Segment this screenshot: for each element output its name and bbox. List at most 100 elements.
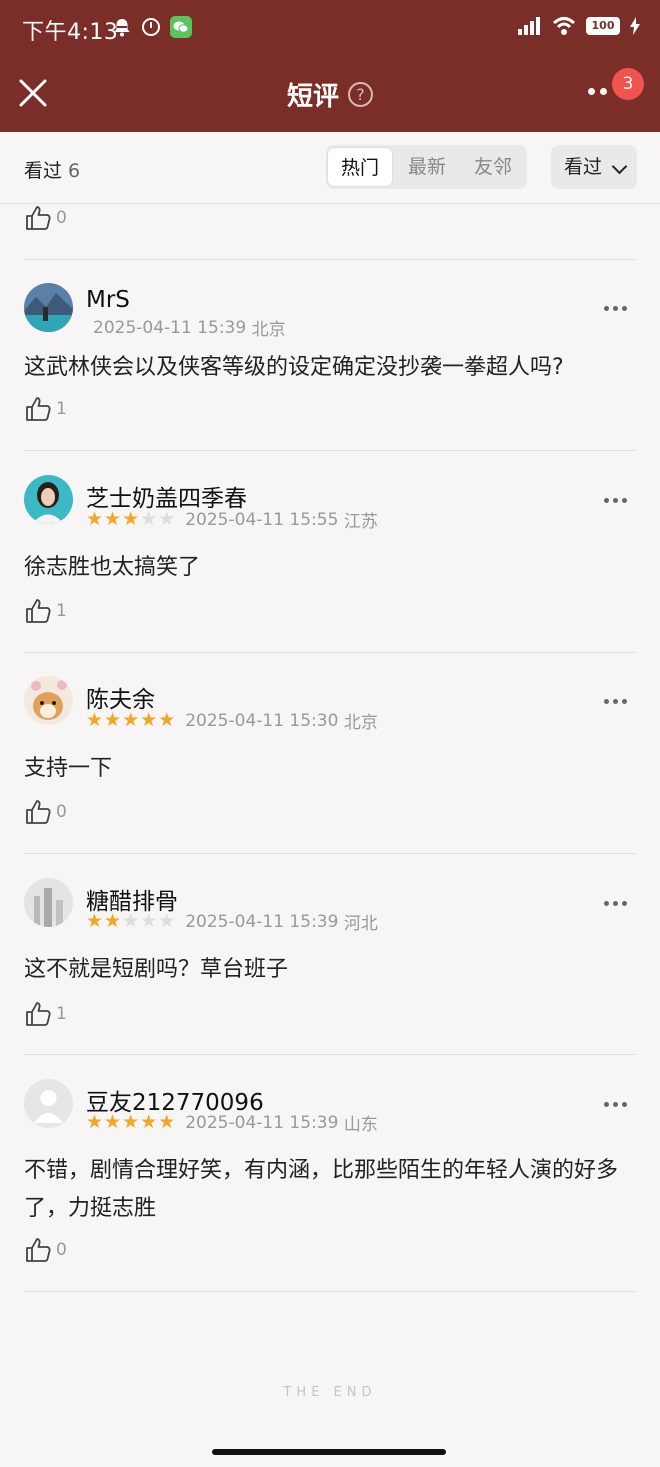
status-time: 下午4:13 — [22, 20, 119, 45]
comment-more-button[interactable] — [604, 306, 630, 311]
comment-location: 江苏 — [343, 512, 378, 532]
thumbs-up-icon — [26, 599, 51, 623]
like-button[interactable]: 0 — [24, 798, 67, 826]
like-button[interactable]: 1 — [24, 1000, 67, 1028]
signal-icon — [518, 17, 540, 35]
tab-friends[interactable]: 友邻 — [460, 147, 526, 187]
comment-more-button[interactable] — [604, 699, 630, 704]
rating-stars: ★ ★ ★ ★ ★ — [86, 711, 175, 730]
like-count: 0 — [56, 1240, 67, 1260]
seen-number: 6 — [68, 160, 81, 182]
star-icon: ★ — [158, 709, 176, 731]
comment-text: 徐志胜也太搞笑了 — [24, 555, 201, 580]
rating-stars: ★ ★ ★ ★ ★ — [86, 1113, 175, 1132]
star-icon: ★ — [86, 910, 104, 932]
status-filter-dropdown[interactable]: 看过 — [551, 145, 637, 189]
star-icon: ★ — [140, 1111, 158, 1133]
rating-stars: ★ ★ ★ ★ ★ — [86, 912, 175, 931]
end-marker: THE END — [283, 1385, 377, 1400]
comment-time: 2025-04-11 15:39 — [93, 317, 247, 338]
divider — [24, 1291, 636, 1292]
tab-latest[interactable]: 最新 — [394, 147, 460, 187]
comment-time: 2025-04-11 15:39 — [185, 1112, 339, 1133]
divider — [24, 652, 636, 653]
comment-time: 2025-04-11 15:30 — [185, 710, 339, 731]
divider — [24, 259, 636, 260]
comment-time: 2025-04-11 15:55 — [185, 509, 339, 530]
star-icon: ★ — [86, 508, 104, 530]
comment-location: 山东 — [343, 1115, 378, 1135]
divider — [24, 450, 636, 451]
battery-icon: 100 — [586, 17, 620, 35]
star-icon: ★ — [122, 508, 140, 530]
comment-more-button[interactable] — [604, 498, 630, 503]
alarm-clock-icon — [142, 18, 160, 36]
home-indicator[interactable] — [212, 1449, 446, 1455]
like-button[interactable]: 0 — [24, 204, 67, 232]
notification-muted-icon — [114, 19, 130, 37]
page-title: 短评 — [287, 82, 340, 112]
wechat-icon — [170, 16, 192, 38]
comment-text: 这武林侠会以及侠客等级的设定确定没抄袭一拳超人吗? — [24, 355, 564, 380]
avatar[interactable] — [24, 878, 73, 927]
avatar[interactable] — [24, 283, 73, 332]
nav-bar: 短评 ? — [0, 58, 660, 132]
status-right-icons: 100 — [518, 16, 640, 36]
star-icon: ★ — [104, 1111, 122, 1133]
notification-badge: 3 — [612, 68, 644, 100]
seen-label: 看过 — [24, 160, 63, 182]
question-circle-icon[interactable]: ? — [348, 82, 373, 107]
comment-meta: ★ ★ ★ ★ ★ 2025-04-11 15:39 河北 — [86, 909, 378, 935]
comment-location: 北京 — [343, 713, 378, 733]
comment-meta: ★ ★ ★ ★ ★ 2025-04-11 15:39 山东 — [86, 1110, 378, 1136]
star-icon: ★ — [122, 910, 140, 932]
charging-icon — [630, 17, 640, 35]
more-options-button[interactable] — [588, 88, 614, 100]
divider — [24, 1054, 636, 1055]
star-icon: ★ — [140, 910, 158, 932]
comment-text: 这不就是短剧吗？草台班子 — [24, 957, 289, 982]
close-icon[interactable] — [16, 76, 50, 110]
star-icon: ★ — [122, 709, 140, 731]
star-icon: ★ — [104, 709, 122, 731]
star-icon: ★ — [158, 508, 176, 530]
comment-time: 2025-04-11 15:39 — [185, 911, 339, 932]
tab-hot[interactable]: 热门 — [327, 147, 393, 187]
comment-meta: ★ ★ ★ ★ ★ 2025-04-11 15:55 江苏 — [86, 507, 378, 533]
star-icon: ★ — [104, 910, 122, 932]
like-button[interactable]: 1 — [24, 395, 67, 423]
thumbs-up-icon — [26, 1238, 51, 1262]
divider — [24, 853, 636, 854]
wifi-icon — [552, 17, 576, 35]
comment-meta: 2025-04-11 15:39 北京 — [93, 315, 286, 341]
chevron-down-icon — [611, 158, 628, 175]
like-button[interactable]: 0 — [24, 1236, 67, 1264]
like-count: 1 — [56, 399, 67, 419]
username[interactable]: MrS — [86, 287, 130, 313]
like-count: 1 — [56, 601, 67, 621]
comment-meta: ★ ★ ★ ★ ★ 2025-04-11 15:30 北京 — [86, 708, 378, 734]
status-bar: 下午4:13 100 — [0, 0, 660, 58]
like-count: 0 — [56, 208, 67, 228]
rating-stars: ★ ★ ★ ★ ★ — [86, 510, 175, 529]
like-count: 0 — [56, 802, 67, 822]
comment-text: 支持一下 — [24, 756, 113, 781]
thumbs-up-icon — [26, 800, 51, 824]
star-icon: ★ — [86, 1111, 104, 1133]
comment-more-button[interactable] — [604, 1102, 630, 1107]
filter-bar: 看过 6 热门 最新 友邻 看过 — [0, 132, 660, 204]
avatar[interactable] — [24, 475, 73, 524]
avatar[interactable] — [24, 676, 73, 725]
sort-tabs: 热门 最新 友邻 — [326, 145, 527, 189]
comment-more-button[interactable] — [604, 901, 630, 906]
star-icon: ★ — [158, 910, 176, 932]
comment-location: 北京 — [251, 320, 286, 340]
avatar[interactable] — [24, 1079, 73, 1128]
star-icon: ★ — [140, 709, 158, 731]
seen-count: 看过 6 — [24, 156, 80, 183]
thumbs-up-icon — [26, 206, 51, 230]
like-button[interactable]: 1 — [24, 597, 67, 625]
star-icon: ★ — [122, 1111, 140, 1133]
star-icon: ★ — [140, 508, 158, 530]
comment-location: 河北 — [343, 914, 378, 934]
